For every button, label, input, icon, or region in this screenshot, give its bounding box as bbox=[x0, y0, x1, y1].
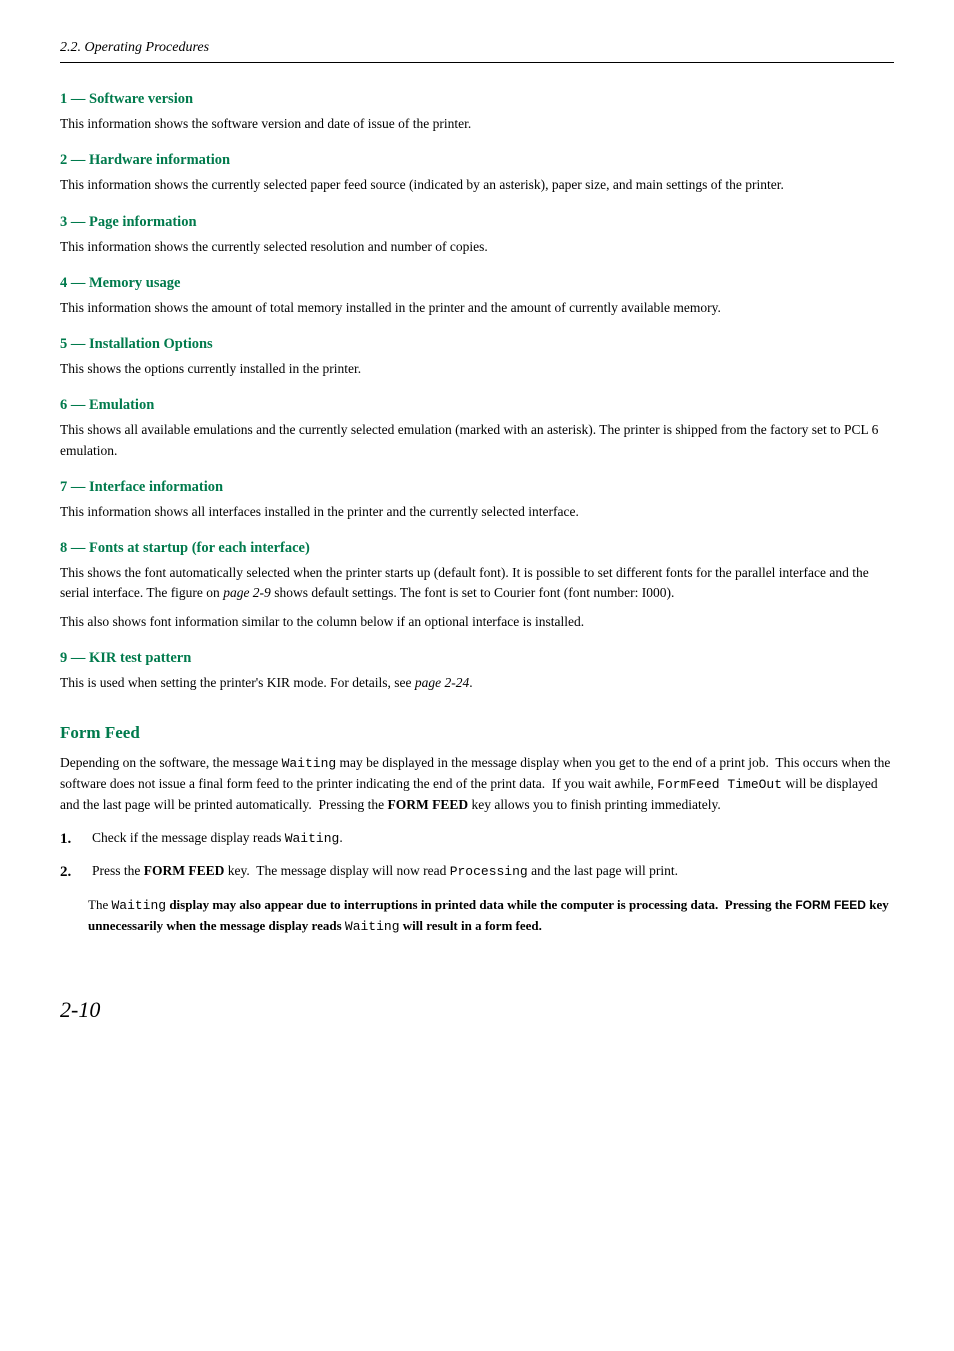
section-body-4: This information shows the amount of tot… bbox=[60, 298, 894, 318]
form-feed-intro: Depending on the software, the message W… bbox=[60, 753, 894, 816]
section-memory-usage: 4 — Memory usage This information shows … bbox=[60, 275, 894, 318]
step-1-number: 1. bbox=[60, 828, 88, 851]
form-feed-heading: Form Feed bbox=[60, 723, 894, 743]
section-body-5: This shows the options currently install… bbox=[60, 359, 894, 379]
waiting-code-1: Waiting bbox=[282, 756, 337, 771]
chapter-title: 2.2. Operating Procedures bbox=[60, 40, 209, 55]
section-body-2: This information shows the currently sel… bbox=[60, 175, 894, 195]
section-heading-3: 3 — Page information bbox=[60, 214, 894, 231]
section-interface-info: 7 — Interface information This informati… bbox=[60, 479, 894, 522]
section-body-8b: This also shows font information similar… bbox=[60, 612, 894, 632]
section-fonts-startup: 8 — Fonts at startup (for each interface… bbox=[60, 540, 894, 632]
section-heading-9: 9 — KIR test pattern bbox=[60, 650, 894, 667]
section-installation-options: 5 — Installation Options This shows the … bbox=[60, 336, 894, 379]
section-heading-4: 4 — Memory usage bbox=[60, 275, 894, 292]
page-number: 2-10 bbox=[60, 997, 894, 1023]
section-body-6: This shows all available emulations and … bbox=[60, 420, 894, 461]
section-body-8a: This shows the font automatically select… bbox=[60, 563, 894, 604]
section-heading-5: 5 — Installation Options bbox=[60, 336, 894, 353]
form-feed-key-ref-2: FORM FEED bbox=[144, 863, 225, 878]
step-1: 1. Check if the message display reads Wa… bbox=[60, 828, 894, 851]
page-header: 2.2. Operating Procedures bbox=[60, 40, 894, 63]
waiting-code-4: Waiting bbox=[345, 919, 400, 934]
section-page-info: 3 — Page information This information sh… bbox=[60, 214, 894, 257]
section-kir-test: 9 — KIR test pattern This is used when s… bbox=[60, 650, 894, 693]
section-form-feed: Form Feed Depending on the software, the… bbox=[60, 723, 894, 937]
processing-code: Processing bbox=[450, 864, 528, 879]
kir-period: . bbox=[469, 675, 472, 690]
kir-body-text: This is used when setting the printer's … bbox=[60, 675, 415, 690]
section-heading-1: 1 — Software version bbox=[60, 91, 894, 108]
step-1-text: Check if the message display reads Waiti… bbox=[92, 828, 343, 849]
note-bold-2: will result in a form feed. bbox=[403, 918, 542, 933]
section-body-7: This information shows all interfaces in… bbox=[60, 502, 894, 522]
section-emulation: 6 — Emulation This shows all available e… bbox=[60, 397, 894, 461]
waiting-code-3: Waiting bbox=[111, 898, 166, 913]
page-ref-2-9: page 2-9 bbox=[223, 585, 271, 600]
form-feed-note: The Waiting display may also appear due … bbox=[88, 895, 894, 937]
waiting-code-2: Waiting bbox=[285, 831, 340, 846]
section-hardware-info: 2 — Hardware information This informatio… bbox=[60, 152, 894, 195]
section-software-version: 1 — Software version This information sh… bbox=[60, 91, 894, 134]
section-body-9: This is used when setting the printer's … bbox=[60, 673, 894, 693]
step-2: 2. Press the FORM FEED key. The message … bbox=[60, 861, 894, 884]
section-heading-2: 2 — Hardware information bbox=[60, 152, 894, 169]
step-2-number: 2. bbox=[60, 861, 88, 884]
form-feed-key-ref-1: FORM FEED bbox=[388, 797, 469, 812]
section-heading-6: 6 — Emulation bbox=[60, 397, 894, 414]
form-feed-steps: 1. Check if the message display reads Wa… bbox=[60, 828, 894, 883]
section-body-1: This information shows the software vers… bbox=[60, 114, 894, 134]
section-heading-7: 7 — Interface information bbox=[60, 479, 894, 496]
formfeed-timeout-code: FormFeed TimeOut bbox=[657, 777, 782, 792]
step-2-text: Press the FORM FEED key. The message dis… bbox=[92, 861, 678, 882]
fonts-body-text-2: shows default settings. The font is set … bbox=[271, 585, 675, 600]
page-ref-2-24: page 2-24 bbox=[415, 675, 469, 690]
section-body-3: This information shows the currently sel… bbox=[60, 237, 894, 257]
section-heading-8: 8 — Fonts at startup (for each interface… bbox=[60, 540, 894, 557]
note-text: The Waiting display may also appear due … bbox=[88, 897, 889, 933]
